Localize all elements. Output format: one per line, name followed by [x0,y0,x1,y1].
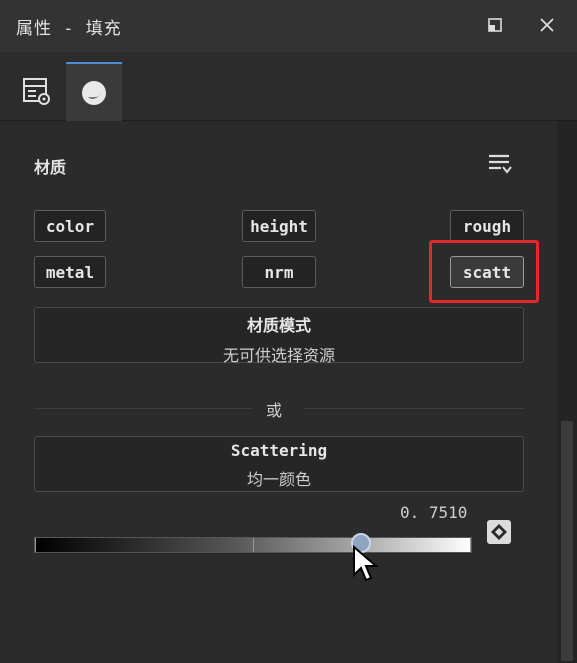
properties-panel [0,121,557,663]
section-title: 材质 [34,158,67,177]
divider-right [304,408,524,409]
title-bar: 属性 - 填充 [0,0,577,52]
scrollbar[interactable] [557,121,577,663]
scattering-slider[interactable] [34,537,472,553]
tab-material[interactable] [66,62,122,122]
material-mode-value: 无可供选择资源 [222,346,335,365]
channel-color-button[interactable]: color [34,210,106,242]
divider-left [34,408,252,409]
tab-bar [0,52,577,122]
undock-icon[interactable] [482,12,508,38]
highlight-box [429,240,539,303]
material-mode-label: 材质模式 [246,316,311,335]
slider-tick [470,538,471,552]
close-icon[interactable] [534,12,560,38]
material-mode-selector[interactable]: 材质模式 无可供选择资源 [34,307,524,365]
channel-metal-button[interactable]: metal [34,256,106,288]
scattering-selector[interactable]: Scattering 均一颜色 [34,436,524,492]
channel-height-button[interactable]: height [242,210,316,242]
slider-tick [253,538,254,552]
tab-texture-settings[interactable] [8,62,64,120]
scattering-value: 均一颜色 [246,470,311,489]
window-title: 属性 - 填充 [16,19,122,39]
slider-tick [35,538,36,552]
texture-settings-icon [23,78,50,105]
slider-value: 0. 7510 [400,503,468,522]
scrollbar-thumb[interactable] [561,421,573,661]
channel-rough-button[interactable]: rough [450,210,524,242]
or-label: 或 [266,401,283,420]
channel-nrm-button[interactable]: nrm [242,256,316,288]
material-sphere-icon [82,81,106,105]
menu-icon[interactable] [488,152,512,176]
mouse-cursor-icon [352,544,382,585]
scattering-label: Scattering [230,441,328,460]
keyframe-icon[interactable] [487,520,511,544]
